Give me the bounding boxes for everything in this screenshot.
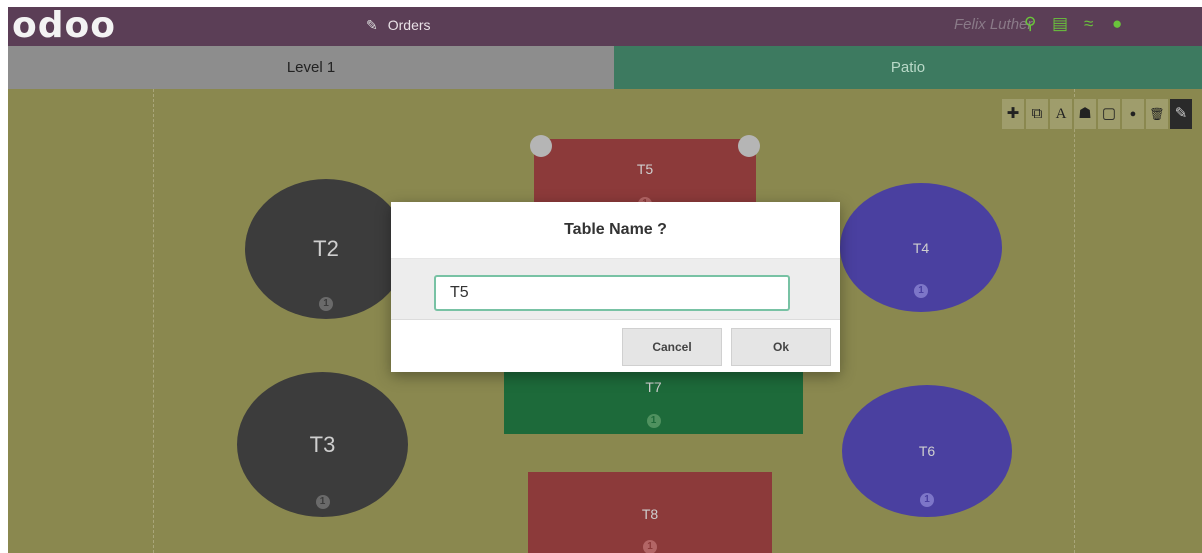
seats-icon[interactable]: ☗ [1074, 99, 1096, 129]
duplicate-icon[interactable]: ⧉ [1026, 99, 1048, 129]
tab-patio[interactable]: Patio [614, 46, 1202, 89]
table-t3[interactable]: T3 1 [237, 372, 408, 517]
orders-label: Orders [387, 17, 431, 33]
circle-icon: ● [1112, 14, 1123, 33]
seat-count: 1 [643, 540, 657, 553]
seat-count: 1 [646, 414, 661, 428]
seat-count: 1 [914, 284, 928, 298]
monitor-icon[interactable]: ▤ [1052, 14, 1068, 34]
dialog-footer: Cancel Ok [391, 319, 840, 372]
edit-toolbar: ✚ ⧉ A ☗ ▢ ● 🗑 ✎ [1002, 99, 1194, 129]
table-t8[interactable]: T8 1 [528, 472, 772, 553]
plus-icon[interactable]: ✚ [1002, 99, 1024, 129]
table-t4[interactable]: T4 1 [840, 183, 1002, 312]
table-name: T2 [313, 236, 339, 261]
trash-icon[interactable]: 🗑 [1146, 99, 1168, 129]
table-name: T7 [645, 378, 662, 395]
orders-button[interactable]: ✎ Orders [366, 17, 431, 34]
floor-tabs: Level 1 Patio [8, 46, 1202, 89]
grid-guide [153, 89, 154, 553]
tag-icon: ✎ [366, 17, 378, 33]
odoo-logo: odoo [12, 5, 116, 46]
resize-handle[interactable] [738, 135, 760, 157]
rename-icon[interactable]: A [1050, 99, 1072, 129]
dialog-body [391, 259, 840, 319]
username[interactable]: Felix Luther [954, 16, 1032, 33]
table-name-input[interactable] [434, 275, 790, 311]
top-bar: odoo ✎ Orders Felix Luther ⚲ ▤ ≈ ● [8, 5, 1202, 46]
grid-guide [1074, 89, 1075, 553]
table-name: T8 [641, 506, 659, 522]
edit-icon[interactable]: ✎ [1170, 99, 1192, 129]
resize-handle[interactable] [530, 135, 552, 157]
seat-count: 1 [920, 493, 934, 507]
wifi-icon: ≈ [1084, 14, 1094, 33]
cancel-button[interactable]: Cancel [622, 328, 722, 366]
search-icon[interactable]: ⚲ [1024, 14, 1036, 34]
table-name: T6 [918, 443, 936, 459]
seat-count: 1 [315, 495, 330, 509]
table-name: T3 [309, 431, 336, 457]
table-name: T5 [636, 161, 654, 177]
table-name: T4 [912, 239, 930, 256]
seat-count: 1 [319, 297, 333, 311]
table-t6[interactable]: T6 1 [842, 385, 1012, 517]
color-icon[interactable]: ● [1122, 99, 1144, 129]
tab-level-1[interactable]: Level 1 [8, 46, 614, 89]
dialog-title: Table Name ? [391, 202, 840, 259]
ok-button[interactable]: Ok [731, 328, 831, 366]
table-name-dialog: Table Name ? Cancel Ok [391, 202, 840, 372]
table-t2[interactable]: T2 1 [245, 179, 407, 319]
shape-icon[interactable]: ▢ [1098, 99, 1120, 129]
